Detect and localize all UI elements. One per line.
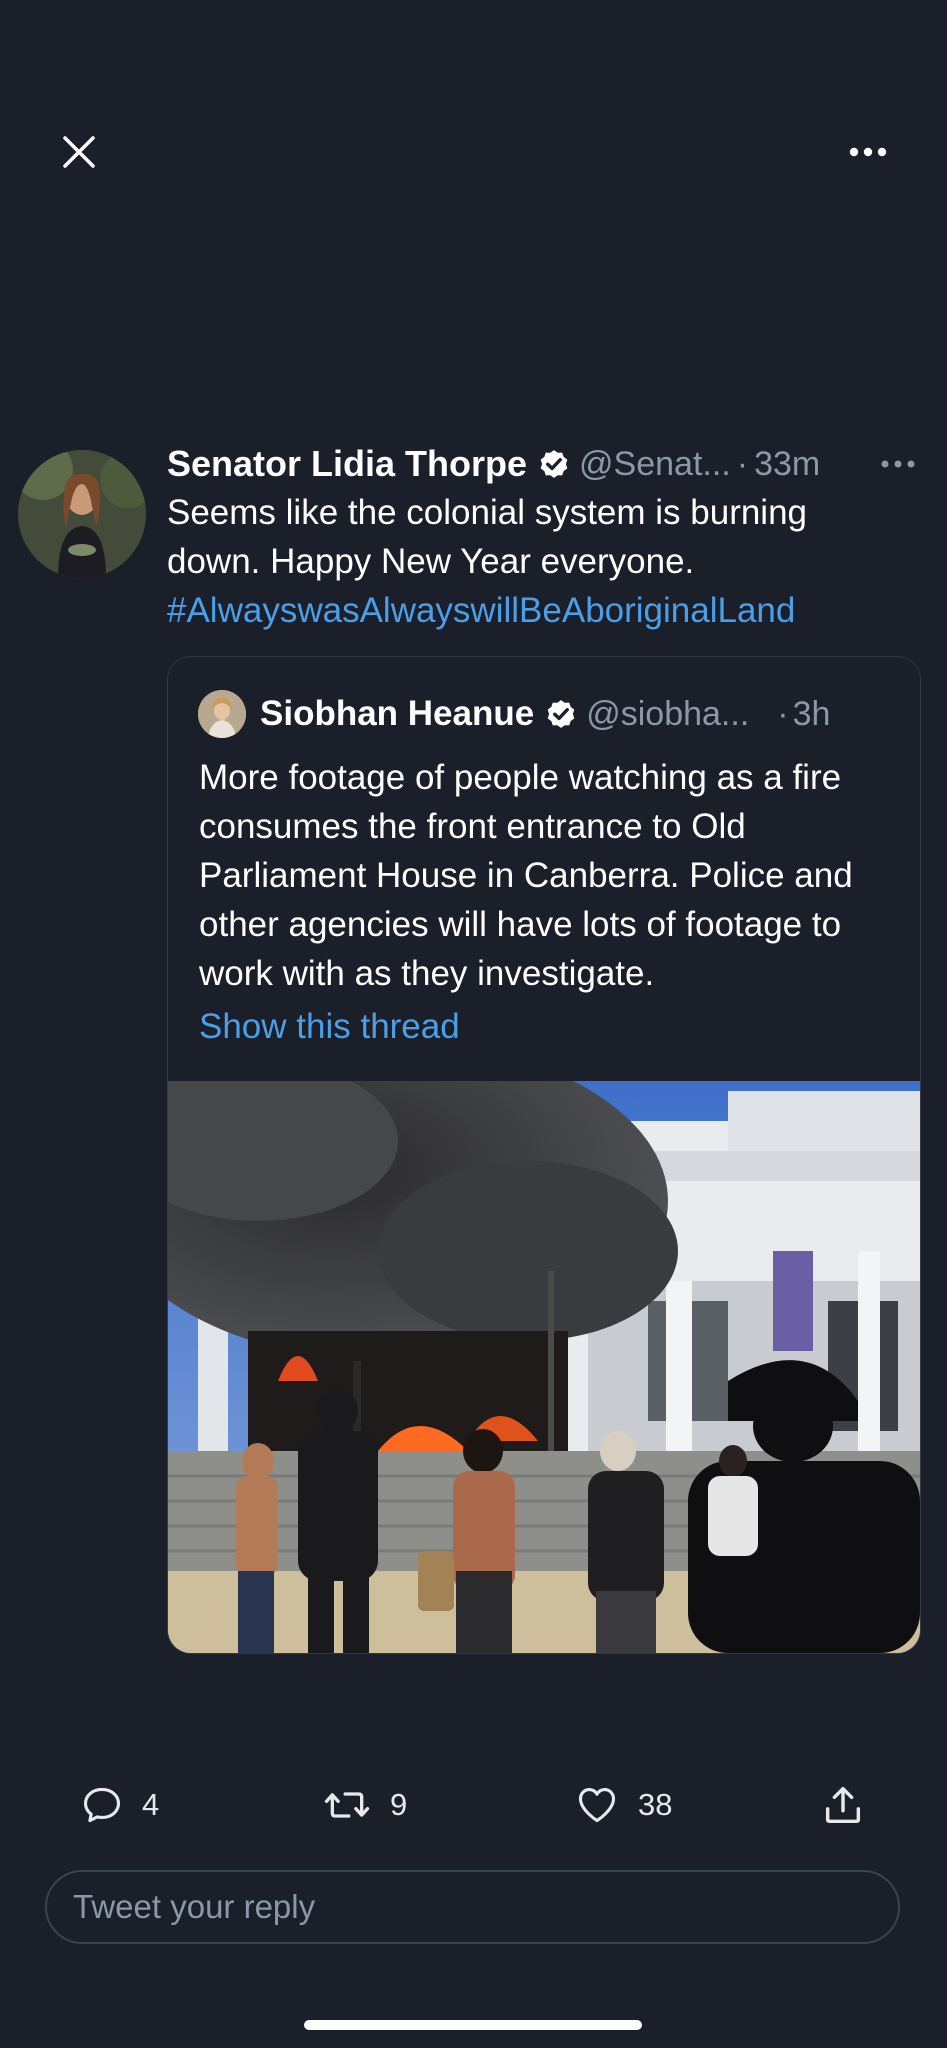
tweet-more-button[interactable] xyxy=(878,446,918,482)
quoted-author-handle: @siobha... xyxy=(586,694,750,733)
author-avatar[interactable] xyxy=(18,450,146,578)
more-options-button[interactable] xyxy=(840,128,896,176)
verified-badge-icon xyxy=(537,447,571,481)
home-indicator[interactable] xyxy=(304,2020,642,2030)
retweet-icon xyxy=(324,1792,370,1818)
quoted-author-name: Siobhan Heanue xyxy=(260,694,535,733)
quoted-timestamp: 3h xyxy=(792,694,831,733)
show-thread-link[interactable]: Show this thread xyxy=(199,1007,460,1047)
tweet-text: Seems like the colonial system is burnin… xyxy=(167,488,907,635)
quoted-tweet-header: Siobhan Heanue @siobha... · 3h xyxy=(198,689,898,739)
more-horizontal-icon xyxy=(881,460,915,468)
quoted-tweet[interactable]: Siobhan Heanue @siobha... · 3h More foot… xyxy=(167,656,921,1654)
quoted-video-thumbnail[interactable] xyxy=(168,1081,920,1653)
retweet-count: 9 xyxy=(390,1787,408,1822)
tweet-detail-screen: Senator Lidia Thorpe @Senat... · 33m See… xyxy=(0,0,947,2048)
tweet-body: Seems like the colonial system is burnin… xyxy=(167,493,808,581)
author-handle: @Senat... xyxy=(579,444,731,483)
tweet-header: Senator Lidia Thorpe @Senat... · 33m xyxy=(167,440,927,488)
reply-composer xyxy=(45,1870,900,1944)
share-icon xyxy=(825,1786,861,1824)
author-name[interactable]: Senator Lidia Thorpe xyxy=(167,443,527,485)
reply-button[interactable]: 4 xyxy=(80,1780,159,1830)
close-button[interactable] xyxy=(55,128,103,176)
verified-badge-icon xyxy=(544,697,578,731)
hashtag-link[interactable]: #AlwayswasAlwayswillBeAboriginalLand xyxy=(167,586,907,635)
like-button[interactable]: 38 xyxy=(574,1780,672,1830)
retweet-button[interactable]: 9 xyxy=(322,1780,407,1830)
reply-count: 4 xyxy=(142,1787,160,1822)
close-icon xyxy=(63,136,95,168)
tweet-timestamp: 33m xyxy=(754,444,821,483)
share-button[interactable] xyxy=(820,1780,866,1830)
reply-input[interactable] xyxy=(71,1887,855,1927)
quoted-author-avatar xyxy=(198,690,246,738)
tweet-actions-bar: 4 9 38 xyxy=(0,1780,947,1830)
separator-dot: · xyxy=(736,444,749,483)
reply-icon xyxy=(83,1787,121,1823)
separator-dot: · xyxy=(777,694,789,733)
more-horizontal-icon xyxy=(849,147,887,157)
like-count: 38 xyxy=(638,1787,673,1822)
like-icon xyxy=(578,1788,616,1823)
quoted-tweet-text: More footage of people watching as a fir… xyxy=(199,758,853,993)
